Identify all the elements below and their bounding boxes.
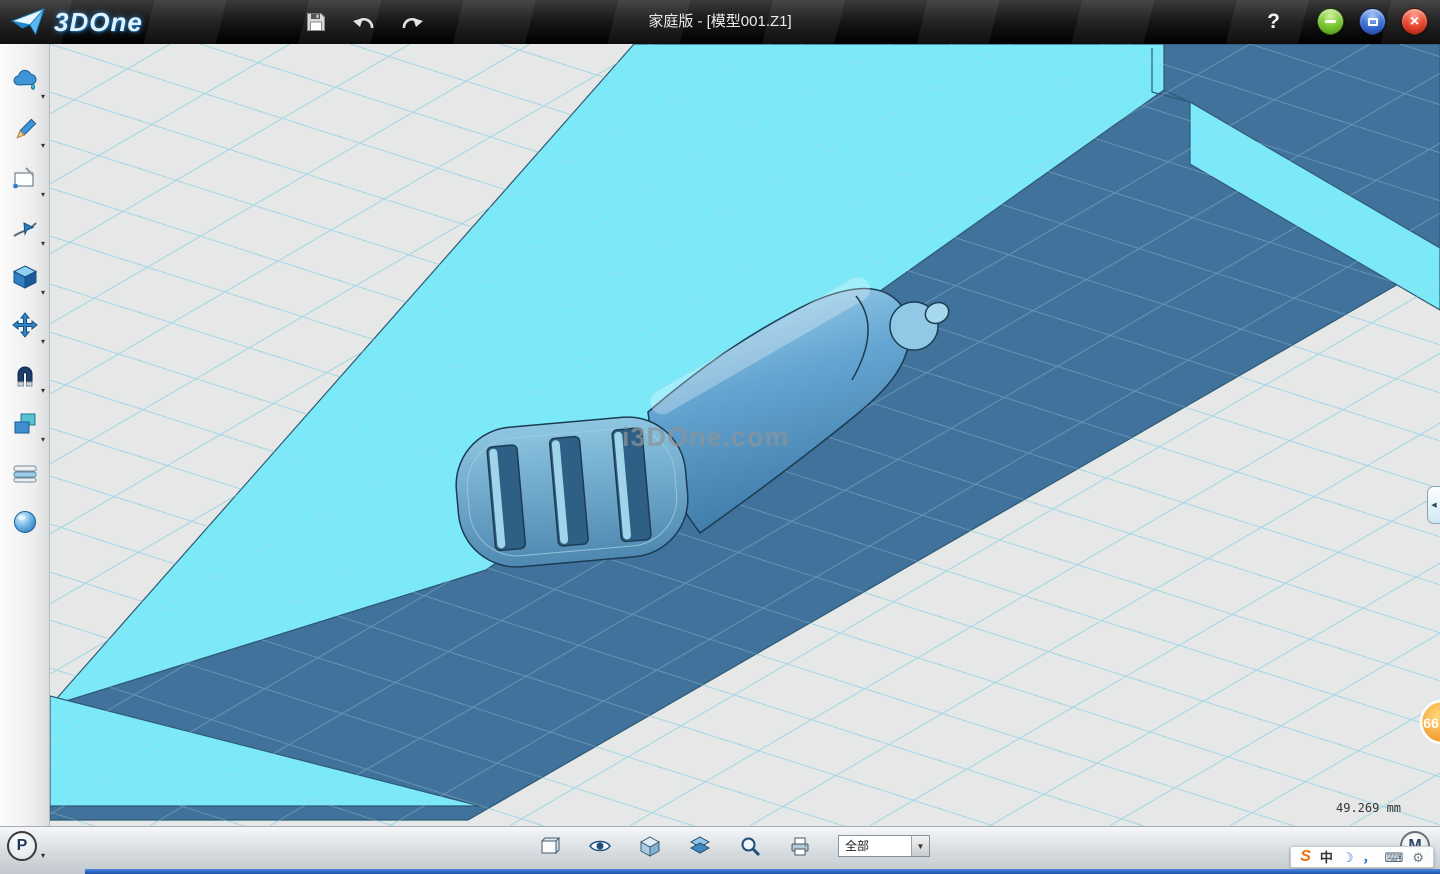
app-window: 3DOne bbox=[0, 0, 1440, 874]
toolbar-item-sketch-draw[interactable]: ▾ bbox=[0, 105, 50, 154]
save-button[interactable] bbox=[302, 8, 330, 36]
magnet-icon bbox=[11, 361, 39, 389]
app-logo-text: 3DOne bbox=[54, 7, 143, 38]
minimize-button[interactable] bbox=[1317, 8, 1344, 35]
filter-dropdown[interactable]: 全部 ▼ bbox=[838, 835, 930, 857]
toolbar-item-material-section[interactable] bbox=[0, 448, 50, 497]
moon-mode-icon[interactable]: ☽ bbox=[1342, 851, 1354, 864]
chevron-down-icon: ▼ bbox=[911, 836, 929, 856]
undo-button[interactable] bbox=[350, 8, 378, 36]
display-mode-button[interactable] bbox=[638, 834, 662, 858]
toolbar-item-move-transform[interactable]: ▾ bbox=[0, 301, 50, 350]
sphere-icon bbox=[11, 508, 39, 536]
close-button[interactable]: × bbox=[1401, 8, 1428, 35]
perspective-dropdown-arrow[interactable]: ▾ bbox=[41, 851, 45, 860]
ime-toolbox-icon[interactable]: ⚙ bbox=[1412, 851, 1424, 864]
close-icon: × bbox=[1410, 14, 1419, 30]
toolbar-item-solid-modeling[interactable]: ▾ bbox=[0, 252, 50, 301]
chevron-left-icon: ◀ bbox=[1431, 501, 1436, 509]
datum-plane-icon bbox=[538, 834, 562, 858]
layers-button[interactable] bbox=[688, 834, 712, 858]
left-toolbar: ▾ ▾ ▾ ▾ bbox=[0, 44, 50, 826]
combine-icon bbox=[11, 410, 39, 438]
panel-collapse-tab[interactable]: ◀ bbox=[1427, 486, 1440, 524]
sogou-logo-icon[interactable]: S bbox=[1300, 849, 1311, 865]
move-arrows-icon bbox=[11, 312, 39, 340]
undo-icon bbox=[351, 11, 377, 33]
pencil-icon bbox=[11, 116, 39, 144]
visibility-button[interactable] bbox=[588, 834, 612, 858]
maximize-icon bbox=[1368, 18, 1378, 26]
ime-toolbar: S 中 ☽ ， ⌨ ⚙ bbox=[1290, 846, 1434, 868]
titlebar: 3DOne bbox=[0, 0, 1440, 44]
perspective-button[interactable]: P bbox=[7, 831, 37, 861]
toolbar-item-sketch-edit[interactable]: ▾ bbox=[0, 203, 50, 252]
display-cube-icon bbox=[638, 834, 662, 858]
layers-icon bbox=[688, 834, 712, 858]
zoom-button[interactable] bbox=[738, 834, 762, 858]
taskbar-edge bbox=[85, 869, 1440, 874]
magnifier-icon bbox=[738, 834, 762, 858]
maximize-button[interactable] bbox=[1359, 8, 1386, 35]
minimize-icon bbox=[1325, 20, 1336, 23]
print-button[interactable] bbox=[788, 834, 812, 858]
redo-icon bbox=[399, 11, 425, 33]
filter-dropdown-value: 全部 bbox=[839, 836, 911, 856]
paper-plane-icon bbox=[10, 7, 48, 37]
shapes-library-icon bbox=[11, 67, 39, 95]
toolbar-item-magnet-assembly[interactable]: ▾ bbox=[0, 350, 50, 399]
printer-icon bbox=[788, 834, 812, 858]
eye-icon bbox=[588, 834, 612, 858]
sketch-plane-icon bbox=[11, 165, 39, 193]
datum-plane-button[interactable] bbox=[538, 834, 562, 858]
save-icon bbox=[305, 11, 327, 33]
cube-icon bbox=[11, 263, 39, 291]
watermark: i3DOne.com bbox=[622, 422, 790, 452]
toolbar-item-combine-boolean[interactable]: ▾ bbox=[0, 399, 50, 448]
toolbar-item-sketch-plane[interactable]: ▾ bbox=[0, 154, 50, 203]
viewport[interactable]: i3DOne.com 49.269 mm 66 ◀ bbox=[50, 44, 1440, 826]
badge-count: 66 bbox=[1423, 715, 1439, 731]
viewport-canvas[interactable]: i3DOne.com 49.269 mm 66 bbox=[50, 44, 1440, 826]
punctuation-icon[interactable]: ， bbox=[1363, 851, 1376, 864]
perspective-button-label: P bbox=[17, 837, 28, 855]
bottom-bar: P ▾ bbox=[0, 826, 1440, 874]
language-mode-icon[interactable]: 中 bbox=[1320, 851, 1333, 864]
toolbar-item-shapes-library[interactable]: ▾ bbox=[0, 56, 50, 105]
sketch-edit-icon bbox=[11, 214, 39, 242]
redo-button[interactable] bbox=[398, 8, 426, 36]
section-layers-icon bbox=[11, 459, 39, 487]
toolbar-item-render-sphere[interactable] bbox=[0, 497, 50, 546]
measurement-label: 49.269 mm bbox=[1336, 801, 1401, 815]
help-button[interactable]: ? bbox=[1267, 0, 1280, 44]
document-title: 家庭版 - [模型001.Z1] bbox=[648, 0, 791, 44]
app-logo: 3DOne bbox=[10, 0, 143, 44]
soft-keyboard-icon[interactable]: ⌨ bbox=[1385, 851, 1404, 864]
